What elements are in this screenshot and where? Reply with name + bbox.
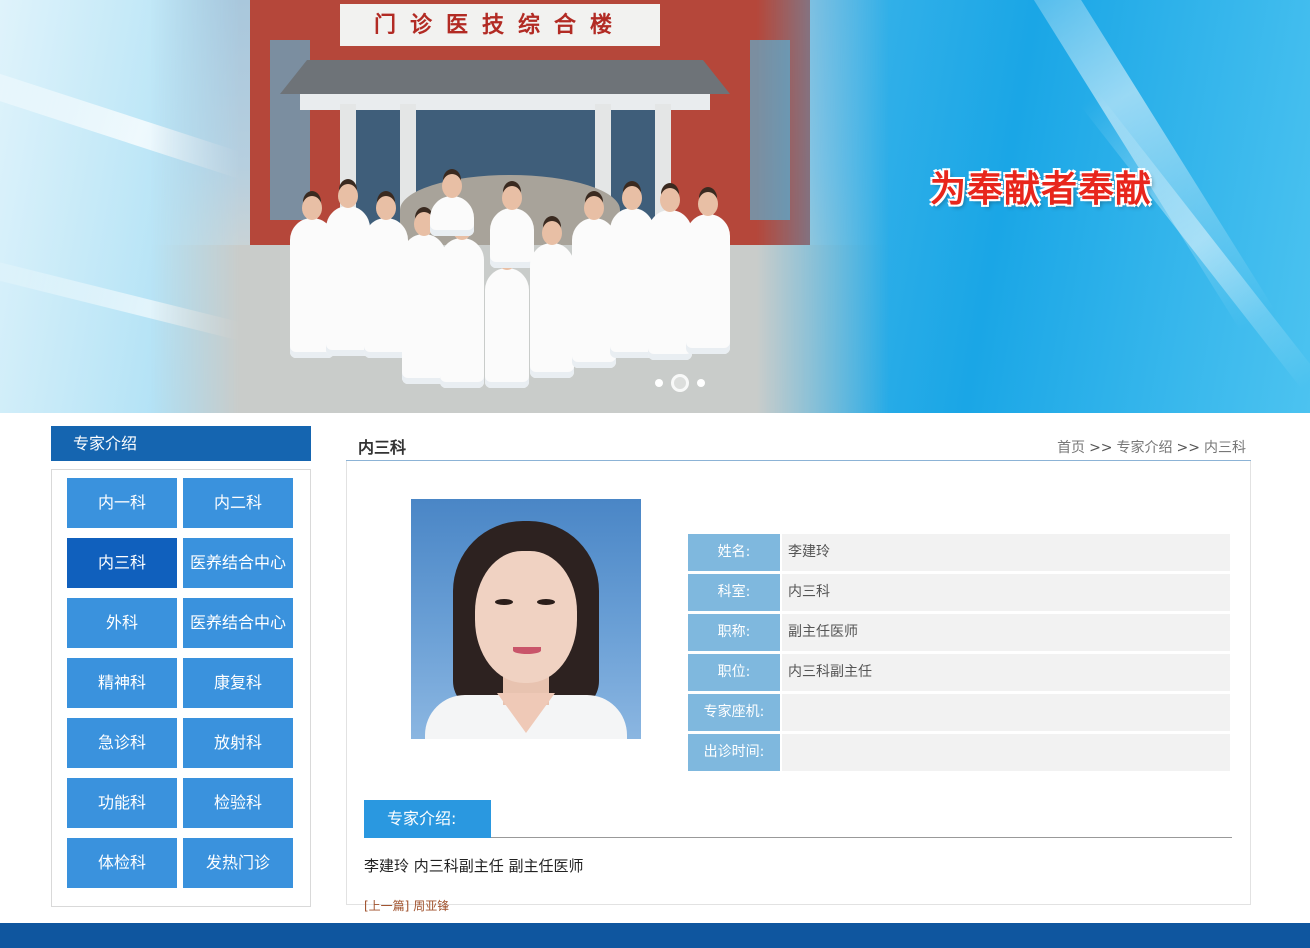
expert-photo — [411, 499, 641, 739]
info-value: 内三科 — [782, 574, 1230, 611]
info-value — [782, 694, 1230, 731]
banner: 门诊医技综合楼 为奉献者奉献 — [0, 0, 1310, 413]
info-row: 姓名: 李建玲 — [688, 534, 1230, 571]
intro-tab: 专家介绍: — [364, 800, 491, 838]
department-button[interactable]: 内二科 — [183, 478, 293, 528]
info-label: 专家座机: — [688, 694, 780, 731]
footer-bar — [0, 923, 1310, 948]
info-row: 职位: 内三科副主任 — [688, 654, 1230, 691]
banner-photo: 门诊医技综合楼 — [150, 0, 890, 413]
info-row: 科室: 内三科 — [688, 574, 1230, 611]
department-button[interactable]: 康复科 — [183, 658, 293, 708]
department-button[interactable]: 体检科 — [67, 838, 177, 888]
intro-header: 专家介绍: — [364, 800, 1232, 838]
breadcrumb-separator: >> — [1176, 440, 1200, 456]
prev-article-link[interactable]: 周亚锋 — [413, 899, 449, 913]
department-button[interactable]: 检验科 — [183, 778, 293, 828]
department-button[interactable]: 放射科 — [183, 718, 293, 768]
breadcrumb-home[interactable]: 首页 — [1057, 440, 1085, 456]
info-label: 职称: — [688, 614, 780, 651]
info-row: 出诊时间: — [688, 734, 1230, 771]
department-button[interactable]: 内三科 — [67, 538, 177, 588]
expert-info-table: 姓名: 李建玲 科室: 内三科 职称: 副主任医师 职位: 内三科副主任 专家座机: 出诊时间: — [688, 534, 1230, 774]
info-value — [782, 734, 1230, 771]
info-label: 科室: — [688, 574, 780, 611]
department-button[interactable]: 医养结合中心 — [183, 538, 293, 588]
department-button[interactable]: 精神科 — [67, 658, 177, 708]
department-button[interactable]: 外科 — [67, 598, 177, 648]
info-value: 李建玲 — [782, 534, 1230, 571]
breadcrumb-section[interactable]: 专家介绍 — [1117, 440, 1173, 456]
building-sign: 门诊医技综合楼 — [340, 4, 660, 46]
info-label: 出诊时间: — [688, 734, 780, 771]
slider-dots[interactable] — [655, 374, 705, 392]
breadcrumb-separator: >> — [1089, 440, 1113, 456]
info-label: 职位: — [688, 654, 780, 691]
intro-text: 李建玲 内三科副主任 副主任医师 — [364, 857, 584, 875]
expert-detail: 姓名: 李建玲 科室: 内三科 职称: 副主任医师 职位: 内三科副主任 专家座机: 出诊时间: … — [346, 461, 1251, 913]
info-value: 内三科副主任 — [782, 654, 1230, 691]
department-button[interactable]: 急诊科 — [67, 718, 177, 768]
sidebar-title: 专家介绍 — [51, 426, 311, 461]
slider-dot[interactable] — [697, 379, 705, 387]
breadcrumb: 首页 >> 专家介绍 >> 内三科 — [1057, 437, 1246, 457]
nurse-group — [290, 174, 750, 388]
info-value: 副主任医师 — [782, 614, 1230, 651]
department-button[interactable]: 功能科 — [67, 778, 177, 828]
slider-dot-active[interactable] — [671, 374, 689, 392]
info-label: 姓名: — [688, 534, 780, 571]
department-button[interactable]: 内一科 — [67, 478, 177, 528]
page-title: 内三科 — [358, 438, 407, 457]
light-streak — [1080, 92, 1310, 390]
department-grid: 内一科 内二科 内三科 医养结合中心 外科 医养结合中心 精神科 康复科 急诊科 放射科 功能科 检验… — [67, 478, 295, 888]
prev-article: [上一篇] 周亚锋 — [364, 897, 449, 914]
department-button[interactable]: 医养结合中心 — [183, 598, 293, 648]
banner-slogan: 为奉献者奉献 — [930, 168, 1153, 210]
slider-dot[interactable] — [655, 379, 663, 387]
department-button[interactable]: 发热门诊 — [183, 838, 293, 888]
breadcrumb-current[interactable]: 内三科 — [1204, 440, 1246, 456]
content-header: 内三科 首页 >> 专家介绍 >> 内三科 — [346, 426, 1251, 461]
sidebar: 专家介绍 内一科 内二科 内三科 医养结合中心 外科 医养结合中心 精神科 康复科 急诊科 放射科… — [51, 426, 311, 907]
main-content: 内三科 首页 >> 专家介绍 >> 内三科 姓名: 李建玲 科室: 内三科 职称: 副主任医师 职位… — [346, 426, 1251, 913]
department-list: 内一科 内二科 内三科 医养结合中心 外科 医养结合中心 精神科 康复科 急诊科 放射科 功能科 检验… — [51, 469, 311, 907]
building-roof — [280, 60, 730, 94]
info-row: 职称: 副主任医师 — [688, 614, 1230, 651]
info-row: 专家座机: — [688, 694, 1230, 731]
prev-article-label[interactable]: [上一篇] — [364, 899, 409, 913]
